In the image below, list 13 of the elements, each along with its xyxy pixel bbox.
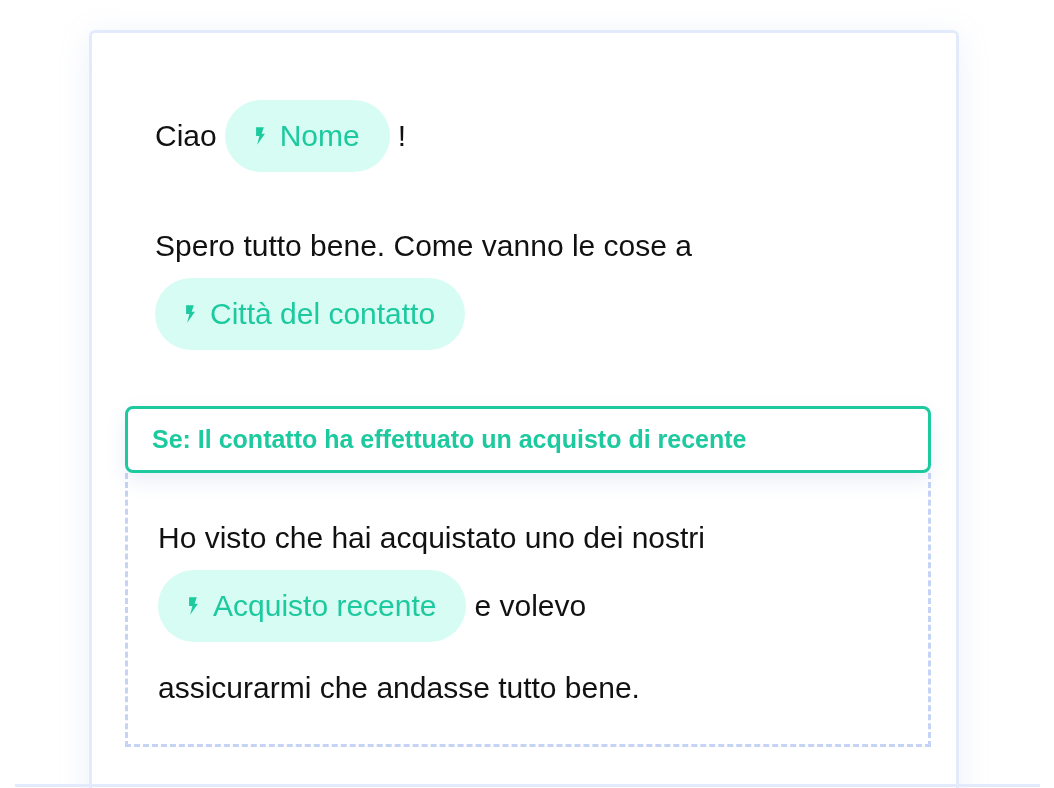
lightning-icon [254,127,266,145]
message-text: ! [397,119,407,153]
variable-tag[interactable]: Nome [224,100,390,172]
variable-tag[interactable]: Città del contatto [155,278,466,350]
message-text: assicurarmi che andasse tutto bene. [158,671,640,705]
message-text: Ciao [155,119,217,153]
lightning-icon [185,305,196,323]
message-text: Ho visto che hai acquistato uno dei nostri [158,521,705,555]
condition-label[interactable]: Se: Il contatto ha effettuato un acquisto di recente [125,406,931,473]
variable-tag[interactable]: Acquisto recente [158,570,467,642]
message-text: e volevo [474,589,587,623]
message-text: Spero tutto bene. Come vanno le cose a [155,229,692,263]
lightning-icon [188,597,199,615]
